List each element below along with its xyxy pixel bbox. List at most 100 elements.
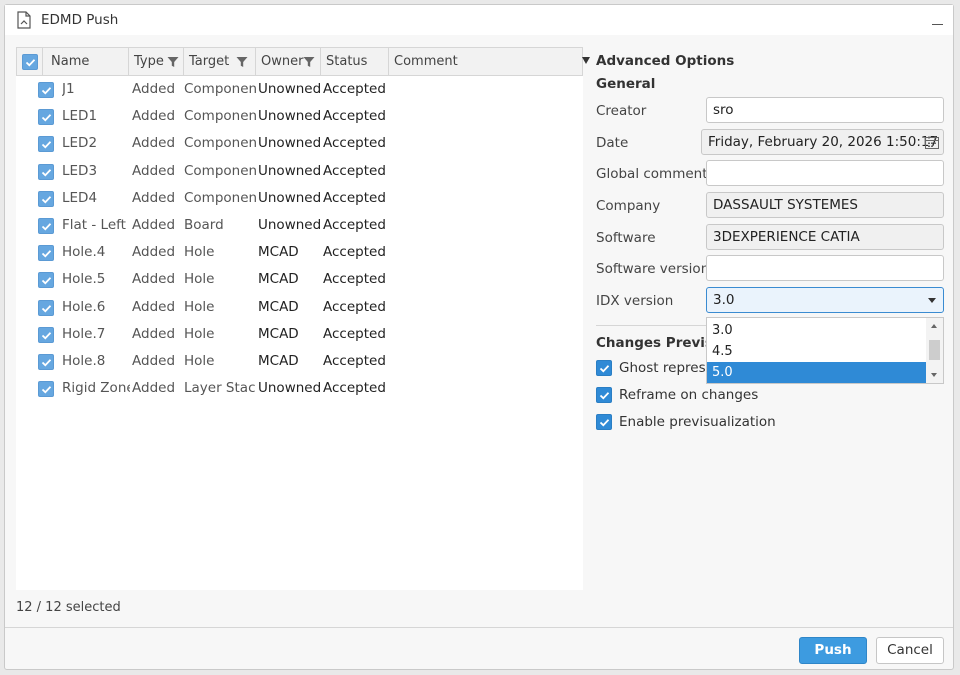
- date-label: Date: [596, 135, 629, 151]
- filter-icon[interactable]: [167, 56, 179, 68]
- creator-field[interactable]: sro: [706, 97, 944, 123]
- cell-comment: [392, 185, 582, 212]
- cell-owner: MCAD: [258, 244, 299, 261]
- calendar-icon[interactable]: [925, 136, 939, 149]
- table-row[interactable]: J1 Added Component Unowned Accepted: [16, 76, 583, 103]
- row-checkbox[interactable]: [38, 163, 54, 180]
- row-checkbox[interactable]: [38, 109, 54, 126]
- cell-target: Component: [184, 81, 256, 97]
- software-field: 3DEXPERIENCE CATIA: [706, 224, 944, 250]
- collapse-triangle-icon: [582, 57, 590, 64]
- scroll-thumb[interactable]: [929, 340, 940, 360]
- dropdown-scrollbar[interactable]: [926, 318, 943, 383]
- row-checkbox[interactable]: [38, 381, 54, 398]
- cell-comment: [392, 76, 582, 103]
- title-bar: EDMD Push: [5, 5, 953, 35]
- column-comment[interactable]: Comment: [389, 48, 584, 75]
- cell-comment: [392, 239, 582, 266]
- cell-name: Hole.5: [62, 271, 106, 288]
- cell-name: LED1: [62, 108, 98, 125]
- push-button[interactable]: Push: [799, 637, 867, 664]
- cell-comment: [392, 375, 582, 402]
- cancel-button[interactable]: Cancel: [876, 637, 944, 664]
- table-row[interactable]: Rigid Zone Added Layer Stack Unowned Accepte…: [16, 375, 583, 402]
- cell-owner: Unowned: [258, 380, 322, 397]
- column-name[interactable]: Name: [43, 48, 129, 75]
- general-section-title: General: [596, 76, 656, 92]
- cell-comment: [392, 212, 582, 239]
- cell-owner: MCAD: [258, 352, 299, 369]
- creator-label: Creator: [596, 103, 647, 119]
- software-version-label: Software version: [596, 261, 710, 277]
- idx-option-4-5[interactable]: 4.5: [707, 341, 926, 362]
- table-row[interactable]: LED1 Added Component Unowned Accepted: [16, 103, 583, 130]
- cell-comment: [392, 158, 582, 185]
- table-row[interactable]: LED4 Added Component Unowned Accepted: [16, 185, 583, 212]
- cell-name: Hole.8: [62, 352, 106, 369]
- idx-option-5-0[interactable]: 5.0: [707, 362, 926, 383]
- checkbox-checked[interactable]: [596, 414, 612, 430]
- cell-type: Added: [132, 135, 176, 152]
- global-comment-label: Global comment: [596, 166, 708, 182]
- push-items-table: Name Type Target Owner Status Comment J1…: [16, 47, 583, 590]
- cell-target: Hole: [184, 352, 215, 369]
- idx-version-select[interactable]: 3.0: [706, 287, 944, 313]
- cell-status: Accepted: [323, 162, 386, 179]
- row-checkbox[interactable]: [38, 136, 54, 153]
- cell-comment: [392, 321, 582, 348]
- table-row[interactable]: Hole.7 Added Hole MCAD Accepted: [16, 321, 583, 348]
- checkbox-checked[interactable]: [596, 360, 612, 376]
- row-checkbox[interactable]: [38, 299, 54, 316]
- column-status[interactable]: Status: [321, 48, 389, 75]
- filter-icon[interactable]: [303, 56, 315, 68]
- row-checkbox[interactable]: [38, 245, 54, 262]
- table-row[interactable]: Hole.5 Added Hole MCAD Accepted: [16, 266, 583, 293]
- row-checkbox[interactable]: [38, 326, 54, 343]
- company-field: DASSAULT SYSTEMES: [706, 192, 944, 218]
- cell-target: Component: [184, 135, 256, 152]
- cell-target: Component: [184, 189, 256, 206]
- table-row[interactable]: LED2 Added Component Unowned Accepted: [16, 130, 583, 157]
- cell-owner: Unowned: [258, 108, 322, 125]
- row-checkbox[interactable]: [38, 217, 54, 234]
- checkbox-checked[interactable]: [596, 387, 612, 403]
- cell-target: Hole: [184, 271, 215, 288]
- table-row[interactable]: Hole.8 Added Hole MCAD Accepted: [16, 348, 583, 375]
- reframe-on-changes-label: Reframe on changes: [619, 387, 759, 403]
- cell-comment: [392, 348, 582, 375]
- software-label: Software: [596, 230, 656, 246]
- software-version-field[interactable]: [706, 255, 944, 281]
- cell-status: Accepted: [323, 352, 386, 369]
- idx-version-label: IDX version: [596, 293, 674, 309]
- column-type[interactable]: Type: [129, 48, 184, 75]
- filter-icon[interactable]: [236, 56, 248, 68]
- minimize-button[interactable]: [929, 9, 947, 27]
- global-comment-field[interactable]: [706, 160, 944, 186]
- cell-type: Added: [132, 189, 176, 206]
- row-checkbox[interactable]: [38, 190, 54, 207]
- cell-status: Accepted: [323, 298, 386, 315]
- row-checkbox[interactable]: [38, 272, 54, 289]
- scroll-up-icon[interactable]: [931, 324, 937, 328]
- row-checkbox[interactable]: [38, 353, 54, 370]
- scroll-down-icon[interactable]: [931, 373, 937, 377]
- date-field[interactable]: Friday, February 20, 2026 1:50:17 PM: [701, 129, 944, 155]
- column-target[interactable]: Target: [184, 48, 256, 75]
- idx-version-dropdown: 3.0 4.5 5.0: [706, 317, 944, 384]
- select-all-checkbox[interactable]: [22, 54, 38, 70]
- cell-target: Board: [184, 216, 224, 233]
- cell-target: Component: [184, 162, 256, 179]
- cell-type: Added: [132, 352, 176, 369]
- advanced-options-toggle[interactable]: Advanced Options: [582, 53, 734, 69]
- cell-status: Accepted: [323, 271, 386, 288]
- header-select-all[interactable]: [17, 48, 43, 75]
- table-row[interactable]: Flat - Left - Added Board Unowned Accepted: [16, 212, 583, 239]
- table-row[interactable]: Hole.6 Added Hole MCAD Accepted: [16, 294, 583, 321]
- table-row[interactable]: LED3 Added Component Unowned Accepted: [16, 158, 583, 185]
- idx-option-3-0[interactable]: 3.0: [707, 320, 926, 341]
- column-owner[interactable]: Owner: [256, 48, 321, 75]
- table-row[interactable]: Hole.4 Added Hole MCAD Accepted: [16, 239, 583, 266]
- cell-type: Added: [132, 271, 176, 288]
- cell-status: Accepted: [323, 135, 386, 152]
- row-checkbox[interactable]: [38, 82, 54, 98]
